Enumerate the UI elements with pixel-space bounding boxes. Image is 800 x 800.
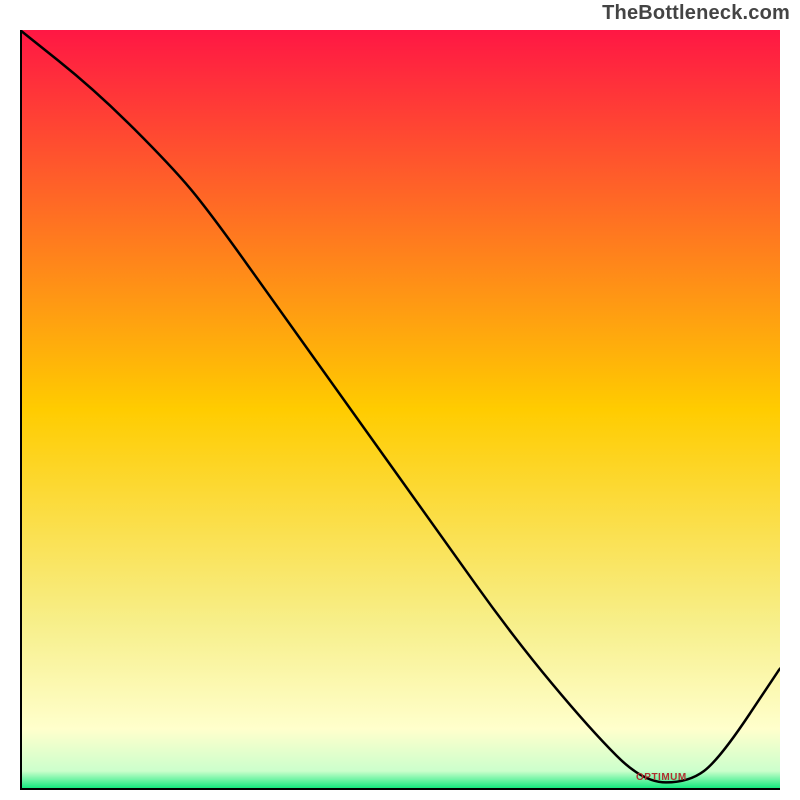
chart-container: TheBottleneck.com OPTIMUM <box>0 0 800 800</box>
chart-background-gradient <box>20 30 780 790</box>
watermark-text: TheBottleneck.com <box>602 2 790 25</box>
chart-axes <box>20 30 780 790</box>
chart-svg <box>20 30 780 790</box>
optimum-marker-label: OPTIMUM <box>636 772 687 783</box>
